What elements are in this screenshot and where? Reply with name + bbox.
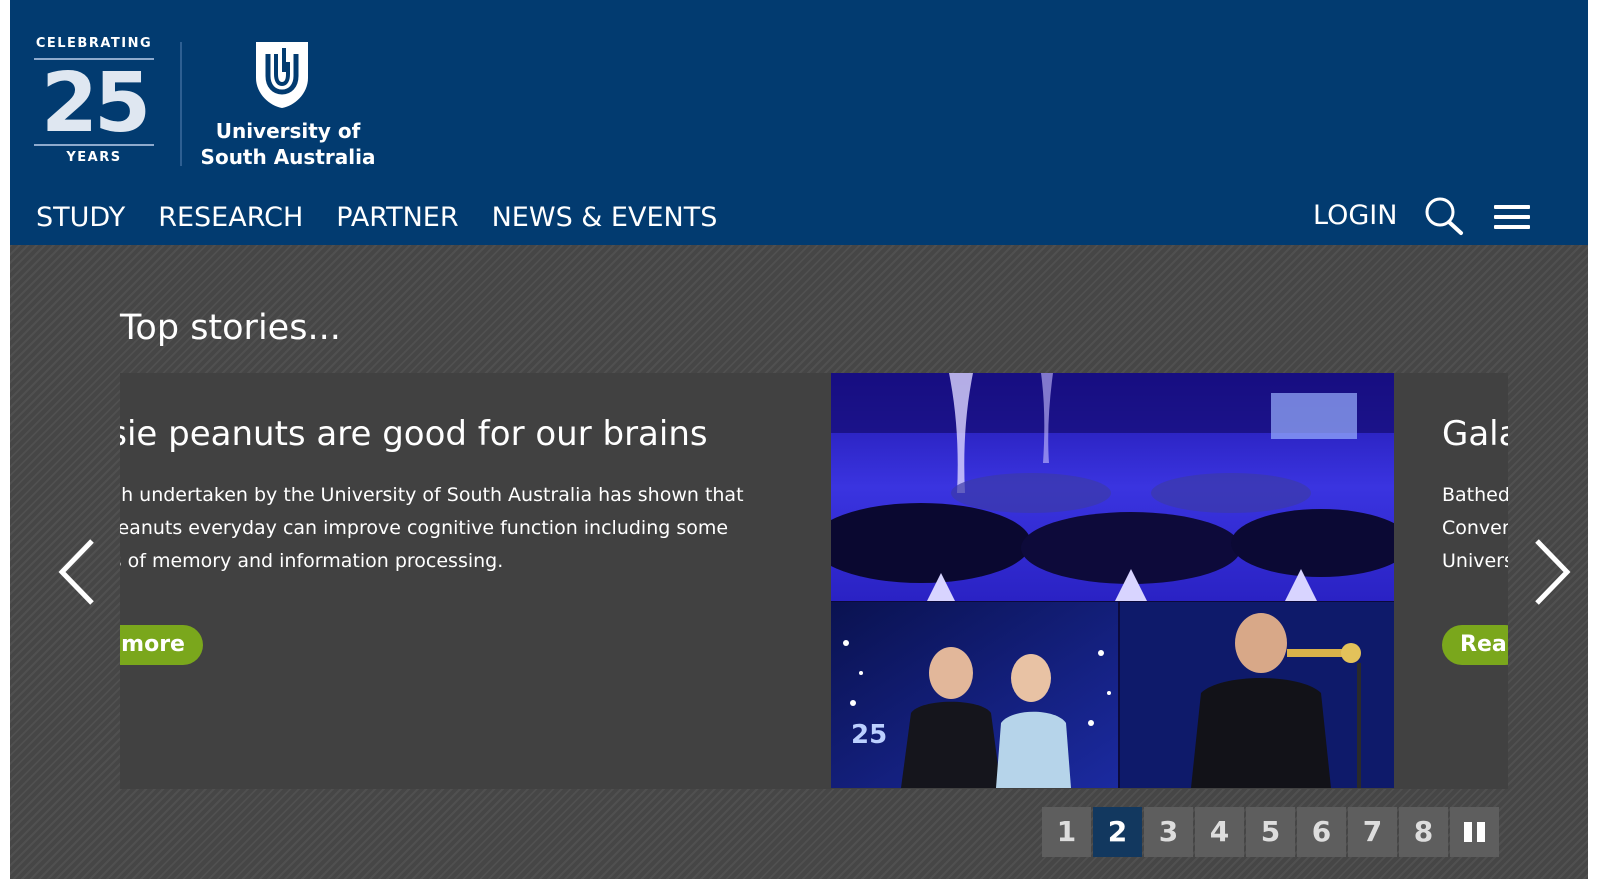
chevron-left-icon[interactable]: [56, 537, 98, 607]
page-button-1[interactable]: 1: [1042, 807, 1091, 857]
svg-text:25: 25: [851, 720, 887, 750]
unisa-shield-icon[interactable]: [254, 40, 310, 110]
slide-title[interactable]: ussie peanuts are good for our brains: [120, 411, 708, 457]
slide-body-line1: search undertaken by the University of S…: [120, 484, 744, 506]
page-button-7[interactable]: 7: [1348, 807, 1397, 857]
logo-celebrating-text: CELEBRATING: [35, 36, 153, 51]
carousel-viewport: ussie peanuts are good for our brains se…: [120, 373, 1508, 789]
logo-years-text: YEARS: [66, 150, 122, 165]
nav-item-research[interactable]: RESEARCH: [158, 198, 303, 238]
logo-number: 25: [40, 56, 151, 151]
nav-item-news-events[interactable]: NEWS & EVENTS: [492, 198, 718, 238]
site-header: CELEBRATING 25 YEARS University of South…: [10, 0, 1588, 245]
university-name-line2: South Australia: [200, 145, 376, 169]
page-frame: CELEBRATING 25 YEARS University of South…: [10, 0, 1588, 879]
nav-item-partner[interactable]: PARTNER: [336, 198, 458, 238]
next-slide-preview: Gala Bathed Conver Univers Rea: [1442, 373, 1508, 789]
search-icon[interactable]: [1423, 196, 1465, 236]
university-name-line1: University of: [215, 119, 361, 143]
page-button-8[interactable]: 8: [1399, 807, 1448, 857]
current-slide-text: ussie peanuts are good for our brains se…: [120, 373, 810, 789]
read-more-button[interactable]: ead more: [120, 625, 203, 665]
carousel-pager: 1 2 3 4 5 6 7 8: [1042, 807, 1499, 857]
slide-body-line2: ing peanuts everyday can improve cogniti…: [120, 517, 729, 539]
page-button-2[interactable]: 2: [1093, 807, 1142, 857]
slide-body-line3: pects of memory and information processi…: [120, 550, 504, 572]
hamburger-menu-icon[interactable]: [1494, 203, 1532, 231]
next-read-more-button[interactable]: Rea: [1442, 625, 1508, 665]
slide-image[interactable]: 25: [831, 373, 1394, 788]
logo-divider: [180, 42, 182, 166]
next-slide-body-line1: Bathed: [1442, 484, 1508, 506]
pause-icon[interactable]: [1450, 807, 1499, 857]
chevron-right-icon[interactable]: [1531, 537, 1573, 607]
section-heading: Top stories...: [120, 308, 341, 348]
next-slide-body: Bathed Conver Univers: [1442, 479, 1508, 578]
page-button-5[interactable]: 5: [1246, 807, 1295, 857]
page-button-3[interactable]: 3: [1144, 807, 1193, 857]
next-slide-body-line2: Conver: [1442, 517, 1508, 539]
next-slide-body-line3: Univers: [1442, 550, 1508, 572]
slide-body: search undertaken by the University of S…: [120, 479, 805, 578]
page-button-4[interactable]: 4: [1195, 807, 1244, 857]
page-button-6[interactable]: 6: [1297, 807, 1346, 857]
next-slide-title[interactable]: Gala: [1442, 411, 1508, 457]
login-link[interactable]: LOGIN: [1313, 198, 1397, 234]
logo-rule-bottom: [34, 144, 154, 146]
university-name: University of South Australia: [198, 118, 378, 170]
top-stories-section: Top stories... ussie peanuts are good fo…: [10, 245, 1588, 879]
nav-item-study[interactable]: STUDY: [36, 198, 125, 238]
main-nav: STUDY RESEARCH PARTNER NEWS & EVENTS: [36, 198, 717, 238]
celebrating-25-years-logo[interactable]: CELEBRATING 25 YEARS: [32, 36, 162, 171]
